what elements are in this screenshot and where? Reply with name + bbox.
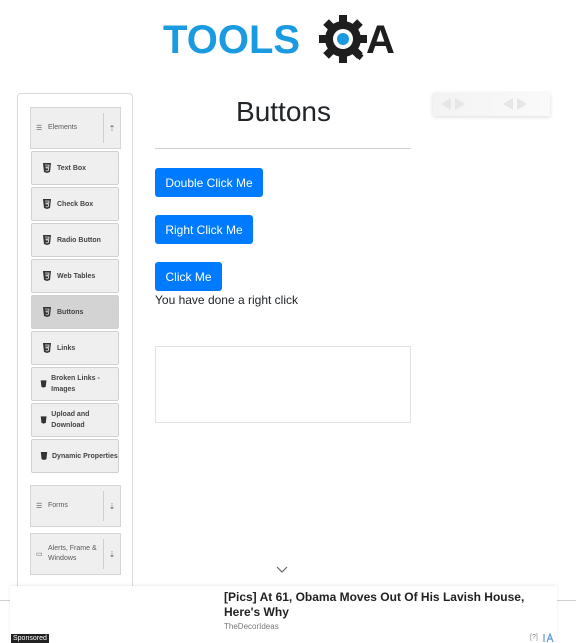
html5-icon (43, 307, 51, 317)
chevron-down-icon[interactable] (276, 564, 288, 574)
right-click-button[interactable]: Right Click Me (155, 215, 253, 244)
html5-icon (40, 452, 48, 460)
sidebar-item-broken-links[interactable]: Broken Links - Images (31, 367, 119, 401)
header: TOOLS A (0, 0, 576, 80)
gear-icon (319, 15, 367, 63)
sidebar-item-radio-button[interactable]: Radio Button (31, 223, 119, 257)
title-divider (155, 148, 411, 149)
sidebar-item-label: Upload and Download (51, 411, 90, 429)
ad-source[interactable]: TheDecorIdeas (224, 622, 279, 631)
sidebar-item-check-box[interactable]: Check Box (31, 187, 119, 221)
sidebar-item-links[interactable]: Links (31, 331, 119, 365)
sidebar-item-label: Radio Button (57, 236, 101, 244)
sidebar-item-text-box[interactable]: Text Box (31, 151, 119, 185)
toolsqa-logo[interactable]: TOOLS A (163, 12, 408, 68)
sidebar-item-dynamic-properties[interactable]: Dynamic Properties (31, 439, 119, 473)
sidebar-item-label: Web Tables (57, 272, 96, 280)
click-me-button[interactable]: Click Me (155, 262, 222, 291)
page-title: Buttons (236, 96, 331, 127)
up-arrow-icon[interactable]: ⇡ (103, 113, 120, 143)
html5-icon (43, 235, 51, 245)
html5-icon (43, 199, 51, 209)
list-icon: ☰ (36, 503, 43, 510)
sponsored-label: Sponsored (11, 634, 49, 643)
html5-icon (43, 163, 51, 173)
html5-icon (43, 271, 51, 281)
sidebar-item-web-tables[interactable]: Web Tables (31, 259, 119, 293)
double-click-button[interactable]: Double Click Me (155, 168, 263, 197)
ad-placeholder (155, 346, 411, 423)
ad-arrows-icon (441, 98, 527, 110)
sidebar-item-label: Text Box (57, 164, 87, 172)
sidebar-item-label: Links (57, 344, 76, 352)
html5-icon (40, 416, 47, 424)
logo-text-a: A (366, 18, 395, 62)
down-arrow-icon[interactable]: ⇣ (103, 539, 120, 569)
window-icon: ▭ (36, 551, 43, 558)
group-label: Forms (48, 502, 68, 509)
ad-headline[interactable]: [Pics] At 61, Obama Moves Out Of His Lav… (224, 590, 544, 620)
html5-icon (40, 380, 47, 388)
group-forms[interactable]: ☰ Forms ⇣ (30, 485, 121, 527)
list-icon: ☰ (36, 125, 43, 132)
sidebar: ☰ Elements ⇡ Text Box Check Box Radio Bu… (17, 93, 133, 643)
html5-icon (43, 343, 51, 353)
group-elements[interactable]: ☰ Elements ⇡ (30, 107, 121, 149)
sidebar-item-label: Dynamic Properties (52, 452, 118, 460)
group-label: Elements (48, 124, 78, 131)
sidebar-item-upload-download[interactable]: Upload and Download (31, 403, 119, 437)
page: TOOLS A ☰ Elements ⇡ Text Box Check Box … (0, 0, 576, 643)
group-label: Alerts, Frame & Windows (48, 545, 97, 562)
sidebar-item-label: Broken Links - Images (51, 375, 100, 393)
adchoices-icon[interactable] (543, 633, 556, 643)
sidebar-item-label: Check Box (57, 200, 94, 208)
ad-choices-link[interactable]: [?] (530, 634, 538, 641)
top-ad-banner[interactable] (433, 93, 550, 116)
right-click-message: You have done a right click (155, 293, 298, 307)
sidebar-item-label: Buttons (57, 308, 84, 316)
group-alerts-frame-windows[interactable]: ▭ Alerts, Frame & Windows ⇣ (30, 533, 121, 575)
logo-text-tools: TOOLS (163, 18, 300, 62)
down-arrow-icon[interactable]: ⇣ (103, 491, 120, 521)
sidebar-item-buttons[interactable]: Buttons (31, 295, 119, 329)
